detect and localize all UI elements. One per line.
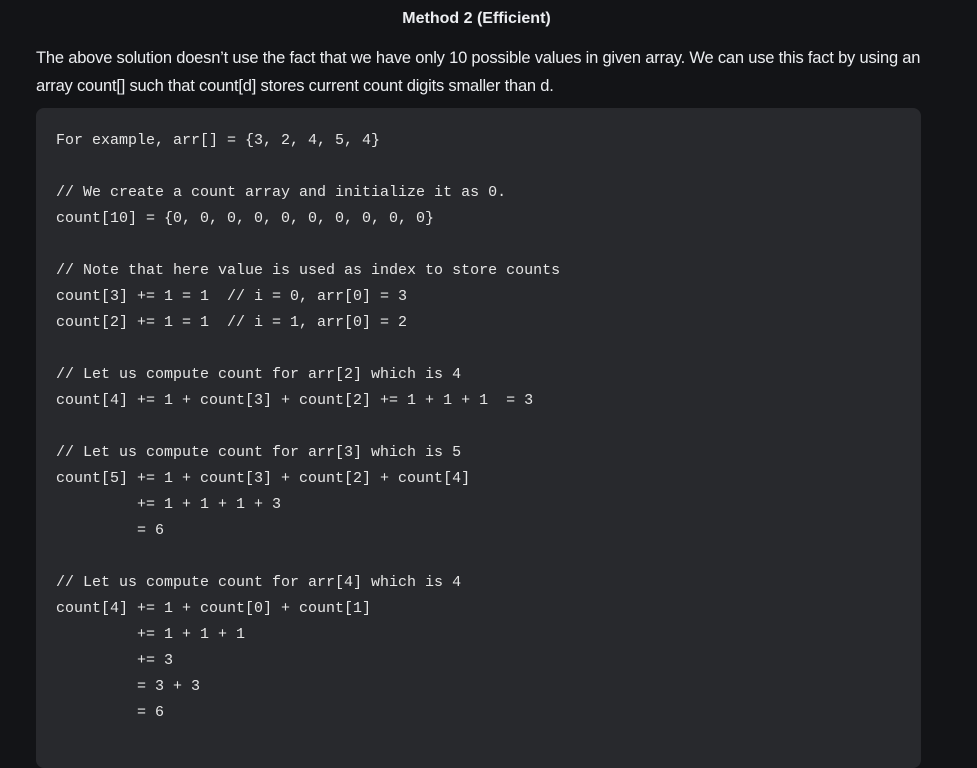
code-line: // We create a count array and initializ… (56, 184, 507, 201)
code-line: count[4] += 1 + count[3] + count[2] += 1… (56, 392, 534, 409)
code-line: = 3 + 3 (56, 678, 201, 695)
code-content: For example, arr[] = {3, 2, 4, 5, 4} // W… (56, 128, 560, 726)
code-line: // Let us compute count for arr[4] which… (56, 574, 462, 591)
code-line: count[4] += 1 + count[0] + count[1] (56, 600, 372, 617)
code-line: count[5] += 1 + count[3] + count[2] + co… (56, 470, 471, 487)
code-line: count[10] = {0, 0, 0, 0, 0, 0, 0, 0, 0, … (56, 210, 435, 227)
code-line: count[3] += 1 = 1 // i = 0, arr[0] = 3 (56, 288, 408, 305)
code-line: = 6 (56, 522, 165, 539)
code-line: // Note that here value is used as index… (56, 262, 561, 279)
code-block: For example, arr[] = {3, 2, 4, 5, 4} // W… (36, 108, 921, 768)
code-line: += 1 + 1 + 1 + 3 (56, 496, 282, 513)
code-line: += 1 + 1 + 1 (56, 626, 246, 643)
code-line: // Let us compute count for arr[3] which… (56, 444, 462, 461)
section-heading: Method 2 (Efficient) (402, 10, 551, 27)
code-line: += 3 (56, 652, 174, 669)
code-line: count[2] += 1 = 1 // i = 1, arr[0] = 2 (56, 314, 408, 331)
explanation-paragraph: The above solution doesn’t use the fact … (36, 49, 921, 95)
code-line: For example, arr[] = {3, 2, 4, 5, 4} (56, 132, 381, 149)
code-line: // Let us compute count for arr[2] which… (56, 366, 462, 383)
code-line: = 6 (56, 704, 165, 721)
